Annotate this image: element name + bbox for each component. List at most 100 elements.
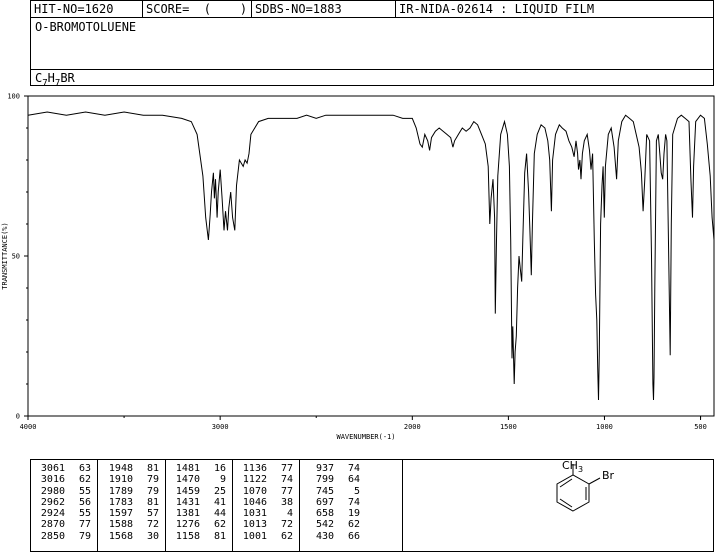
x-tick-label-4000: 4000 [20,423,37,431]
peak-row: 2870 77 [31,519,97,530]
peak-row: 1789 79 [99,486,165,497]
peak-wavenumber: 2870 [40,519,65,531]
peak-transmittance: 79 [146,474,159,486]
x-tick-label-2000: 2000 [404,423,421,431]
peak-row: 430 66 [300,531,402,542]
peak-transmittance: 25 [213,485,226,497]
peak-transmittance: 62 [347,519,360,531]
peak-transmittance: 44 [213,508,226,520]
peak-row: 799 64 [300,474,402,485]
peak-row: 2962 56 [31,497,97,508]
peak-row: 3061 63 [31,463,97,474]
peak-row: 542 62 [300,519,402,530]
peak-wavenumber: 1568 [108,530,133,542]
peak-row: 1481 16 [166,463,232,474]
peak-wavenumber: 658 [315,508,334,520]
peak-column: 3061 63 3016 62 2980 55 2962 56 2924 55 2870 77 2850… [31,460,98,551]
peak-transmittance: 79 [146,485,159,497]
spectrum-header: HIT-NO=1620 SCORE= ( ) SDBS-NO=1883 IR-N… [30,0,714,88]
peak-wavenumber: 1070 [242,485,267,497]
peak-wavenumber: 2924 [40,508,65,520]
peak-column: 1481 16 1470 9 1459 25 1431 41 1381 44 1276 62 1158 8… [166,460,233,551]
peak-transmittance: 81 [146,463,159,474]
peak-wavenumber: 1431 [175,496,200,508]
peak-transmittance: 77 [280,463,293,474]
peak-wavenumber: 1783 [108,496,133,508]
peak-row: 1136 77 [233,463,299,474]
peak-wavenumber: 1459 [175,485,200,497]
peak-row: 1046 38 [233,497,299,508]
peak-row: 3016 62 [31,474,97,485]
sdbs-number: SDBS-NO=1883 [252,1,396,17]
formula-hydrogen: H [47,71,55,85]
molecule-structure: CH3 Br [556,460,615,512]
ir-spectrum-chart: 4000 3000 2000 1500 1000 500100500 WAVENUMBER… [1,93,715,441]
peak-row: 2924 55 [31,508,97,519]
peak-transmittance: 55 [78,485,91,497]
x-tick-label-1500: 1500 [500,423,517,431]
score: SCORE= ( ) [143,1,252,17]
peak-transmittance: 9 [219,474,226,486]
peak-transmittance: 74 [347,463,360,474]
peak-transmittance: 66 [347,530,360,542]
peak-wavenumber: 1381 [175,508,200,520]
peak-wavenumber: 1122 [242,474,267,486]
peak-wavenumber: 1031 [242,508,267,520]
peak-row: 1459 25 [166,486,232,497]
peak-transmittance: 81 [213,530,226,542]
peak-wavenumber: 1470 [175,474,200,486]
peak-wavenumber: 745 [315,485,334,497]
peak-transmittance: 79 [78,530,91,542]
peak-transmittance: 16 [213,463,226,474]
peak-wavenumber: 1597 [108,508,133,520]
peak-row: 1381 44 [166,508,232,519]
peak-wavenumber: 3016 [40,474,65,486]
peak-column: 937 74 799 64 745 5 697 74 658 19 542 62 430 66 [300,460,403,551]
peak-transmittance: 74 [280,474,293,486]
peak-wavenumber: 697 [315,496,334,508]
peak-transmittance: 77 [280,485,293,497]
peak-wavenumber: 1001 [242,530,267,542]
methyl-label: CH3 [562,460,583,474]
axis-tick-labels: 4000 3000 2000 1500 1000 500100500 [7,93,707,432]
x-axis-label: WAVENUMBER(-1) [336,433,395,441]
peak-row: 658 19 [300,508,402,519]
peak-transmittance: 41 [213,496,226,508]
header-info-row: HIT-NO=1620 SCORE= ( ) SDBS-NO=1883 IR-N… [31,1,713,18]
ring-double-bond-3 [559,498,573,508]
bromo-label: Br [602,469,615,482]
peak-wavenumber: 1481 [175,463,200,474]
molecular-formula: C7H7BR [31,69,713,88]
peak-transmittance: 55 [78,508,91,520]
peak-transmittance: 19 [347,508,360,520]
peak-wavenumber: 1910 [108,474,133,486]
peak-transmittance: 62 [78,474,91,486]
peak-wavenumber: 1789 [108,485,133,497]
peak-wavenumber: 1158 [175,530,200,542]
peak-row: 1597 57 [99,508,165,519]
x-tick-label-1000: 1000 [596,423,613,431]
peak-transmittance: 81 [146,496,159,508]
peak-wavenumber: 1013 [242,519,267,531]
peak-column: 1948 81 1910 79 1789 79 1783 81 1597 57 1588 72 1568… [99,460,166,551]
peak-row: 1910 79 [99,474,165,485]
peak-row: 1568 30 [99,531,165,542]
peak-row: 1013 72 [233,519,299,530]
hit-number: HIT-NO=1620 [31,1,143,17]
peak-transmittance: 56 [78,496,91,508]
peak-wavenumber: 2850 [40,530,65,542]
transmittance-series-line [27,111,715,401]
peak-transmittance: 5 [353,485,360,497]
peak-row: 2980 55 [31,486,97,497]
peak-wavenumber: 3061 [40,463,65,474]
ring-double-bond-2 [559,478,573,488]
x-tick-label-3000: 3000 [212,423,229,431]
peak-wavenumber: 1588 [108,519,133,531]
peak-transmittance: 62 [213,519,226,531]
peak-row: 1783 81 [99,497,165,508]
plot-frame [27,95,715,417]
peak-transmittance: 38 [280,496,293,508]
peak-wavenumber: 2980 [40,485,65,497]
peak-wavenumber: 1136 [242,463,267,474]
peak-wavenumber: 1046 [242,496,267,508]
